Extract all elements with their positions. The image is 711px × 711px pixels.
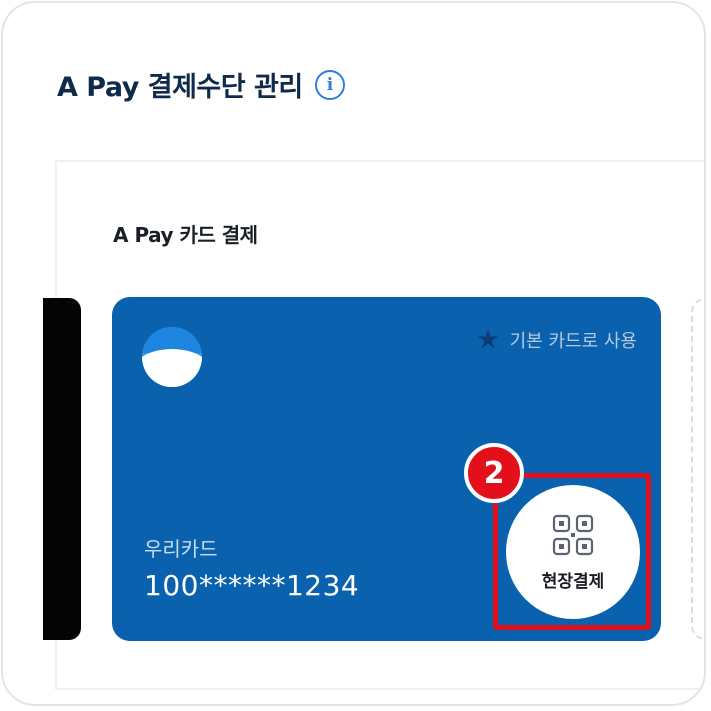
screenshot-frame: A Pay 결제수단 관리 i A Pay 카드 결제 ★ 기본 카드로 사용 … [1, 1, 706, 706]
step-badge: 2 [464, 443, 524, 503]
highlight-box [493, 473, 651, 630]
next-card-placeholder[interactable] [691, 298, 704, 640]
previous-card-peek[interactable] [43, 298, 81, 640]
star-icon: ★ [476, 325, 500, 355]
card-number: 100******1234 [144, 569, 360, 602]
page-title: A Pay 결제수단 관리 i [57, 65, 345, 104]
default-card-label: 기본 카드로 사용 [509, 331, 637, 352]
set-default-card-toggle[interactable]: ★ 기본 카드로 사용 [476, 327, 637, 353]
bank-logo [142, 327, 202, 387]
card-name: 우리카드 [144, 537, 218, 561]
info-icon[interactable]: i [314, 69, 345, 100]
page-title-text: A Pay 결제수단 관리 [57, 72, 303, 103]
section-title: A Pay 카드 결제 [113, 223, 258, 247]
